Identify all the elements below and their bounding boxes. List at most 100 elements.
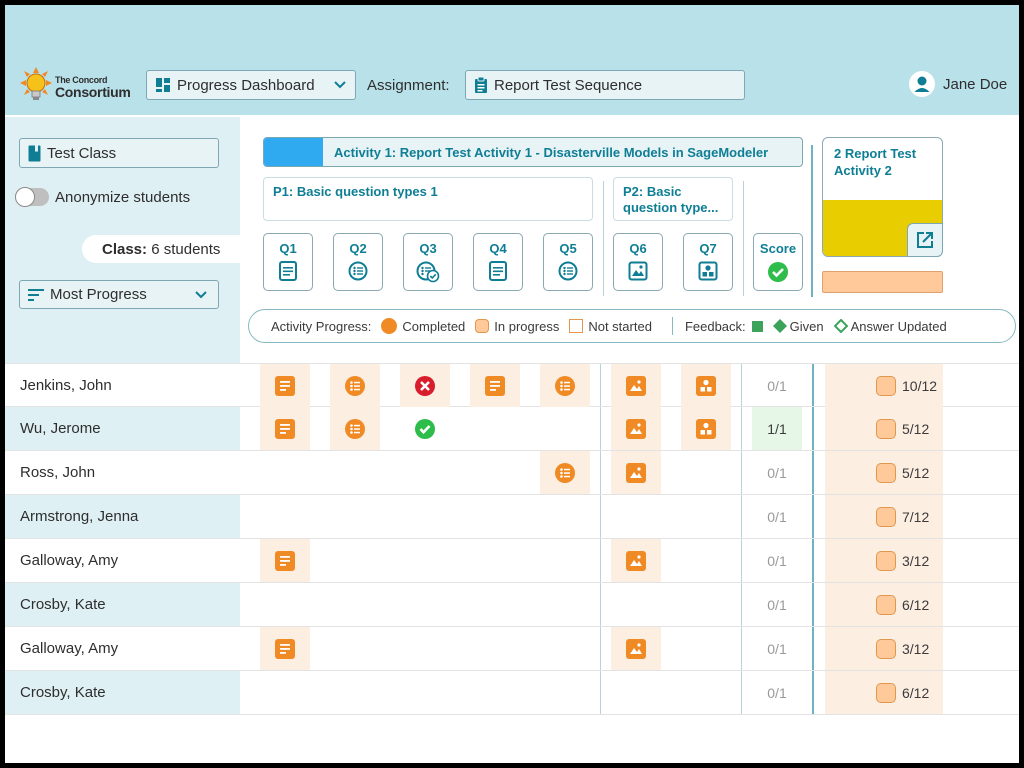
page-2-label: P2: Basic question type... xyxy=(623,184,719,215)
sort-select[interactable]: Most Progress xyxy=(19,280,219,309)
user-avatar-icon xyxy=(909,71,935,97)
concord-logo[interactable]: The Concord Consortium xyxy=(19,67,143,105)
open-response-answer-icon xyxy=(275,550,295,571)
student-name[interactable]: Armstrong, Jenna xyxy=(5,495,240,538)
activity-1-header[interactable]: Activity 1: Report Test Activity 1 - Dis… xyxy=(263,137,803,167)
progress-value: 5/12 xyxy=(902,464,930,481)
class-count: Class: 6 students xyxy=(82,235,242,263)
image-answer-icon xyxy=(626,638,646,659)
activity-2-progress-cell[interactable]: 6/12 xyxy=(825,671,943,714)
answer-cell[interactable] xyxy=(611,407,661,450)
page-1-header[interactable]: P1: Basic question types 1 xyxy=(263,177,593,221)
activity-2-progress-cell[interactable]: 3/12 xyxy=(825,539,943,582)
activity-2-progress-cell[interactable]: 3/12 xyxy=(825,627,943,670)
student-name[interactable]: Jenkins, John xyxy=(5,364,240,407)
open-external-button[interactable] xyxy=(907,223,943,257)
score-cell[interactable]: 0/1 xyxy=(752,539,802,582)
question-q2[interactable]: Q2 xyxy=(333,233,383,291)
student-name[interactable]: Ross, John xyxy=(5,451,240,494)
answer-cell[interactable] xyxy=(470,364,520,407)
sort-icon xyxy=(28,288,44,301)
student-name[interactable]: Crosby, Kate xyxy=(5,583,240,626)
answer-cell[interactable] xyxy=(681,407,731,450)
open-response-answer-icon xyxy=(485,375,505,396)
legend-text: Activity Progress: xyxy=(271,318,372,334)
student-name[interactable]: Crosby, Kate xyxy=(5,671,240,714)
assignment-select[interactable]: Report Test Sequence xyxy=(465,70,745,100)
interactive-answer-icon xyxy=(696,418,716,439)
sort-select-label: Most Progress xyxy=(50,286,147,303)
legend-text: Completed xyxy=(402,318,466,334)
page-2-header[interactable]: P2: Basic question type... xyxy=(613,177,733,221)
activity-2-progress-cell[interactable]: 5/12 xyxy=(825,451,943,494)
answer-cell[interactable] xyxy=(400,364,450,407)
score-cell[interactable]: 0/1 xyxy=(752,583,802,626)
feedback-square-icon xyxy=(751,320,763,332)
question-q3[interactable]: Q3 xyxy=(403,233,453,291)
answer-cell[interactable] xyxy=(260,364,310,407)
legend-given: Given xyxy=(772,319,824,334)
score-cell[interactable]: 0/1 xyxy=(752,495,802,538)
student-name[interactable]: Galloway, Amy xyxy=(5,627,240,670)
image-answer-icon xyxy=(626,375,646,396)
user-name: Jane Doe xyxy=(943,75,1008,93)
progress-value: 6/12 xyxy=(902,596,930,613)
question-q6[interactable]: Q6 xyxy=(613,233,663,291)
answer-cell[interactable] xyxy=(400,407,450,450)
table-row: Jenkins, John 0/1 10/12 xyxy=(5,363,1019,407)
activity-2-progress-bar[interactable] xyxy=(822,271,943,293)
in-progress-icon xyxy=(876,638,896,659)
progress-value: 10/12 xyxy=(902,377,938,394)
answer-cell[interactable] xyxy=(611,539,661,582)
anonymize-toggle[interactable] xyxy=(15,187,49,207)
legend-text: Answer Updated xyxy=(850,318,947,334)
answer-cell[interactable] xyxy=(260,627,310,670)
answer-cell[interactable] xyxy=(260,539,310,582)
logo-text: The Concord Consortium xyxy=(55,72,131,99)
question-label: Q6 xyxy=(629,241,647,256)
answer-cell[interactable] xyxy=(611,364,661,407)
question-label: Q5 xyxy=(559,241,577,256)
score-cell[interactable]: 0/1 xyxy=(752,627,802,670)
dashboard-select[interactable]: Progress Dashboard xyxy=(146,70,356,100)
answer-cell[interactable] xyxy=(540,451,590,494)
progress-value: 5/12 xyxy=(902,420,930,437)
answer-cell[interactable] xyxy=(260,407,310,450)
answer-cell[interactable] xyxy=(330,364,380,407)
anonymize-toggle-row[interactable]: Anonymize students xyxy=(15,187,190,207)
class-count-value: 6 students xyxy=(151,240,221,258)
score-cell[interactable]: 0/1 xyxy=(752,451,802,494)
question-q7[interactable]: Q7 xyxy=(683,233,733,291)
class-button[interactable]: Test Class xyxy=(19,138,219,168)
legend-text: Feedback: xyxy=(684,318,746,334)
question-q5[interactable]: Q5 xyxy=(543,233,593,291)
multiple-choice-answer-icon xyxy=(555,375,575,396)
multiple-choice-icon xyxy=(348,261,368,281)
question-q1[interactable]: Q1 xyxy=(263,233,313,291)
activity-2-progress-cell[interactable]: 6/12 xyxy=(825,583,943,626)
activity-2-progress-cell[interactable]: 5/12 xyxy=(825,407,943,450)
answer-cell[interactable] xyxy=(611,451,661,494)
answer-cell[interactable] xyxy=(540,364,590,407)
answer-cell[interactable] xyxy=(611,627,661,670)
answer-cell[interactable] xyxy=(330,407,380,450)
activity-2-progress-cell[interactable]: 7/12 xyxy=(825,495,943,538)
open-response-icon xyxy=(489,261,507,281)
activity-2-progress-cell[interactable]: 10/12 xyxy=(825,364,943,407)
score-column-header[interactable]: Score xyxy=(753,233,803,291)
user-menu[interactable]: Jane Doe xyxy=(909,71,1007,97)
answer-updated-diamond-icon xyxy=(833,319,848,333)
question-q4[interactable]: Q4 xyxy=(473,233,523,291)
assignment-value: Report Test Sequence xyxy=(494,76,643,94)
score-cell[interactable]: 0/1 xyxy=(752,364,802,407)
student-name[interactable]: Wu, Jerome xyxy=(5,407,240,450)
student-name[interactable]: Galloway, Amy xyxy=(5,539,240,582)
image-answer-icon xyxy=(626,418,646,439)
score-cell[interactable]: 0/1 xyxy=(752,671,802,714)
answer-cell[interactable] xyxy=(681,364,731,407)
multiple-choice-scored-icon xyxy=(416,261,440,283)
class-button-label: Test Class xyxy=(47,144,117,162)
dashboard-icon xyxy=(156,78,170,92)
score-cell[interactable]: 1/1 xyxy=(752,407,802,450)
external-link-icon xyxy=(917,232,933,248)
